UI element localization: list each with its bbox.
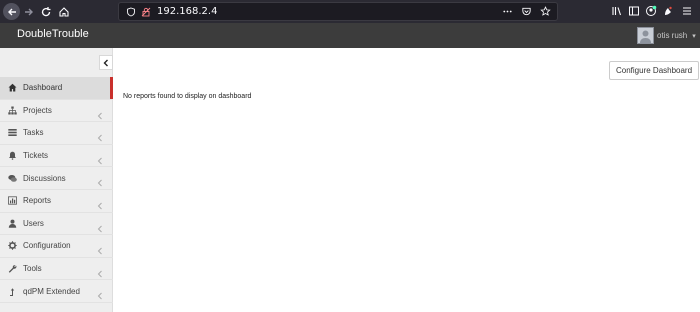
more-icon[interactable] bbox=[502, 6, 513, 17]
sidebar-item-label: Users bbox=[23, 218, 44, 228]
sidebar-item-label: Configuration bbox=[23, 241, 71, 251]
chevron-left-icon bbox=[97, 292, 102, 300]
home-button[interactable] bbox=[55, 3, 72, 20]
home-icon bbox=[58, 6, 69, 17]
wrench-icon bbox=[8, 265, 17, 273]
user-avatar-icon bbox=[640, 30, 651, 43]
pocket-icon[interactable] bbox=[521, 6, 532, 17]
configure-dashboard-button[interactable]: Configure Dashboard bbox=[609, 61, 700, 80]
sidebar-item-label: qdPM Extended bbox=[23, 286, 80, 296]
app-title[interactable]: DoubleTrouble bbox=[17, 28, 89, 40]
comments-icon bbox=[8, 174, 17, 182]
sidebar-item-label: Tools bbox=[23, 264, 42, 274]
sidebar-item-label: Reports bbox=[23, 196, 52, 206]
sidebar-item-label: Tasks bbox=[23, 128, 44, 138]
extension-icon bbox=[665, 6, 672, 15]
bell-icon bbox=[9, 151, 16, 160]
browser-toolbar: 192.168.2.4 bbox=[0, 0, 700, 23]
sidebar: Dashboard Projects Tasks Tickets Discuss… bbox=[0, 48, 113, 312]
sidebar-item-projects[interactable]: Projects bbox=[0, 100, 113, 123]
user-name: otis rush bbox=[657, 31, 688, 40]
back-icon bbox=[7, 8, 16, 15]
account-button[interactable] bbox=[645, 5, 657, 17]
tasks-list-icon bbox=[8, 129, 17, 137]
sidebar-item-users[interactable]: Users bbox=[0, 213, 113, 236]
level-up-icon bbox=[10, 287, 15, 296]
chevron-left-icon bbox=[97, 180, 102, 187]
forward-button[interactable] bbox=[20, 3, 37, 20]
sidebar-item-label: Dashboard bbox=[23, 83, 63, 93]
bookmark-star-icon[interactable] bbox=[540, 6, 551, 17]
chevron-left-icon bbox=[97, 270, 102, 278]
sidebar-item-label: Discussions bbox=[23, 173, 66, 183]
sidebar-collapse-button[interactable] bbox=[99, 55, 113, 70]
sitemap-icon bbox=[8, 106, 17, 115]
address-bar[interactable]: 192.168.2.4 bbox=[118, 2, 558, 21]
user-menu[interactable]: otis rush ▾ bbox=[637, 26, 696, 45]
shield-icon[interactable] bbox=[126, 7, 136, 17]
library-button[interactable] bbox=[611, 5, 623, 17]
bar-chart-icon bbox=[8, 196, 17, 205]
sidebar-item-dashboard[interactable]: Dashboard bbox=[0, 77, 113, 100]
sidebar-button[interactable] bbox=[628, 5, 640, 17]
menu-icon bbox=[683, 7, 691, 15]
sidebar-menu: Dashboard Projects Tasks Tickets Discuss… bbox=[0, 77, 113, 303]
reload-icon bbox=[41, 6, 50, 16]
reload-button[interactable] bbox=[37, 3, 54, 20]
insecure-lock-icon[interactable] bbox=[141, 7, 151, 17]
chevron-left-icon bbox=[97, 247, 102, 255]
user-icon bbox=[8, 219, 17, 228]
forward-icon bbox=[24, 8, 33, 15]
url-text[interactable]: 192.168.2.4 bbox=[157, 6, 217, 17]
chevron-left-icon bbox=[97, 157, 102, 165]
back-button[interactable] bbox=[3, 3, 20, 20]
menu-button[interactable] bbox=[681, 5, 693, 17]
sidebar-item-reports[interactable]: Reports bbox=[0, 190, 113, 213]
chevron-left-icon bbox=[97, 112, 102, 119]
sidebar-item-configuration[interactable]: Configuration bbox=[0, 235, 113, 258]
account-icon bbox=[646, 5, 657, 16]
library-icon bbox=[612, 7, 622, 16]
sidebar-item-qdpm-extended[interactable]: qdPM Extended bbox=[0, 280, 113, 303]
sidebar-icon bbox=[629, 6, 639, 16]
sidebar-item-tools[interactable]: Tools bbox=[0, 258, 113, 281]
sidebar-item-tickets[interactable]: Tickets bbox=[0, 145, 113, 168]
main-content: Configure Dashboard No reports found to … bbox=[114, 48, 700, 312]
gear-icon bbox=[8, 241, 17, 251]
chevron-left-icon bbox=[97, 134, 102, 142]
chevron-left-icon bbox=[97, 225, 102, 232]
avatar bbox=[637, 27, 654, 44]
empty-state-message: No reports found to display on dashboard bbox=[123, 93, 252, 100]
extension-button[interactable] bbox=[662, 5, 674, 17]
chevron-left-icon bbox=[97, 202, 102, 210]
chevron-left-icon bbox=[103, 59, 108, 66]
app-header: DoubleTrouble otis rush ▾ bbox=[0, 23, 700, 48]
sidebar-item-discussions[interactable]: Discussions bbox=[0, 167, 113, 190]
sidebar-item-tasks[interactable]: Tasks bbox=[0, 122, 113, 145]
home-icon bbox=[8, 84, 17, 92]
chevron-down-icon: ▾ bbox=[692, 32, 696, 40]
sidebar-item-label: Projects bbox=[23, 105, 52, 115]
sidebar-item-label: Tickets bbox=[23, 151, 49, 161]
